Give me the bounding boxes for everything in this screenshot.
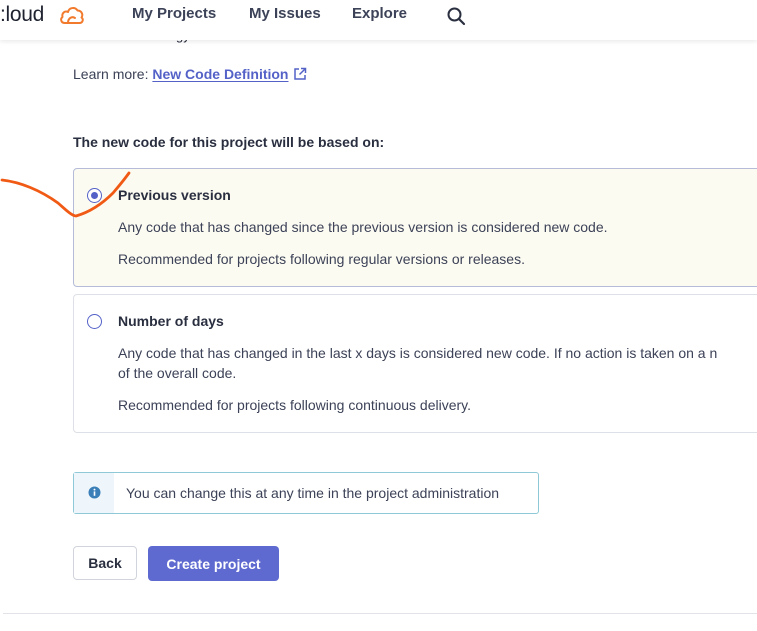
radio-number-of-days[interactable] [87,314,102,329]
logo-text[interactable]: :loud [0,3,44,27]
option-title: Number of days [118,313,224,329]
option-description: Any code that has changed in the last x … [118,345,718,361]
info-text: You can change this at any time in the p… [126,485,500,501]
option-description: Any code that has changed since the prev… [118,219,608,235]
option-recommendation: Recommended for projects following regul… [118,251,525,267]
cloud-icon[interactable] [59,4,85,31]
option-title: Previous version [118,187,231,203]
radio-previous-version[interactable] [87,188,102,203]
nav-my-projects[interactable]: My Projects [132,5,216,22]
learn-more-line: Learn more: New Code Definition [73,66,307,84]
option-description-continued: of the overall code. [118,365,237,381]
option-previous-version[interactable]: Previous version Any code that has chang… [73,168,757,287]
radio-selected-dot [91,192,98,199]
nav-my-issues[interactable]: My Issues [249,5,321,22]
learn-more-prefix: Learn more: [73,66,149,82]
info-icon [88,486,101,504]
create-project-button[interactable]: Create project [148,546,279,581]
footer-divider [3,613,757,614]
external-link-icon [293,67,307,84]
option-recommendation: Recommended for projects following conti… [118,397,472,413]
option-number-of-days[interactable]: Number of days Any code that has changed… [73,294,757,433]
section-title: The new code for this project will be ba… [73,134,385,150]
nav-explore[interactable]: Explore [352,5,407,22]
new-code-definition-link[interactable]: New Code Definition [152,66,306,82]
info-message: You can change this at any time in the p… [73,472,539,514]
top-navigation-bar: :loud My Projects My Issues Explore [0,0,757,40]
back-button[interactable]: Back [73,546,137,580]
search-icon[interactable] [446,6,466,31]
